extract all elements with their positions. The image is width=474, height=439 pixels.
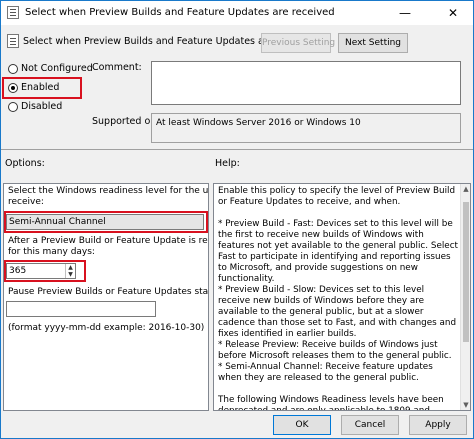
minimize-icon[interactable]: — (385, 1, 425, 25)
radio-enabled-label: Enabled (21, 82, 60, 93)
radio-enabled[interactable]: Enabled (8, 82, 59, 96)
apply-button[interactable]: Apply (409, 415, 467, 435)
window-title: Select when Preview Builds and Feature U… (25, 7, 335, 18)
comment-label: Comment: (92, 62, 142, 73)
help-pane: Enable this policy to specify the level … (213, 183, 471, 411)
supported-on-value: At least Windows Server 2016 or Windows … (156, 118, 361, 128)
pause-date-input[interactable] (6, 301, 156, 317)
policy-icon (7, 6, 19, 19)
next-setting-button[interactable]: Next Setting (338, 33, 408, 53)
scroll-down-icon[interactable]: ▼ (461, 400, 470, 410)
cancel-button[interactable]: Cancel (341, 415, 399, 435)
pause-prompt: Pause Preview Builds or Feature Updates … (8, 287, 209, 297)
readiness-prompt-line1: Select the Windows readiness level for t… (8, 186, 209, 196)
help-scrollbar[interactable]: ▲ ▼ (460, 184, 470, 410)
highlight-readiness (4, 211, 208, 233)
radio-not-configured[interactable]: Not Configured (8, 63, 93, 77)
highlight-defer (4, 260, 86, 282)
defer-prompt-line2: for this many days: (8, 247, 95, 257)
divider (1, 149, 473, 150)
radio-disabled[interactable]: Disabled (8, 101, 62, 115)
supported-on-label: Supported on: (92, 116, 160, 127)
supported-on-field: At least Windows Server 2016 or Windows … (151, 113, 461, 143)
comment-field[interactable] (151, 61, 461, 105)
setting-icon (7, 34, 19, 48)
previous-setting-button[interactable]: Previous Setting (261, 33, 335, 53)
radio-disabled-circle[interactable] (8, 101, 18, 112)
policy-dialog: Select when Preview Builds and Feature U… (0, 0, 474, 439)
radio-enabled-circle[interactable] (8, 82, 18, 93)
defer-prompt-line1: After a Preview Build or Feature Update … (8, 236, 208, 246)
help-label: Help: (215, 158, 240, 169)
radio-disabled-label: Disabled (21, 101, 63, 112)
format-hint: (format yyyy-mm-dd example: 2016-10-30) (8, 323, 205, 333)
scroll-up-icon[interactable]: ▲ (461, 184, 470, 194)
readiness-prompt-line2: receive: (8, 197, 44, 207)
options-pane: Select the Windows readiness level for t… (3, 183, 209, 411)
ok-button[interactable]: OK (273, 415, 331, 435)
close-icon[interactable]: ✕ (433, 1, 473, 25)
help-text: Enable this policy to specify the level … (218, 186, 458, 411)
radio-not-configured-label: Not Configured (21, 63, 93, 74)
scroll-thumb[interactable] (463, 202, 469, 342)
title-bar[interactable]: Select when Preview Builds and Feature U… (1, 1, 473, 25)
options-label: Options: (5, 158, 45, 169)
radio-not-configured-circle[interactable] (8, 63, 18, 74)
